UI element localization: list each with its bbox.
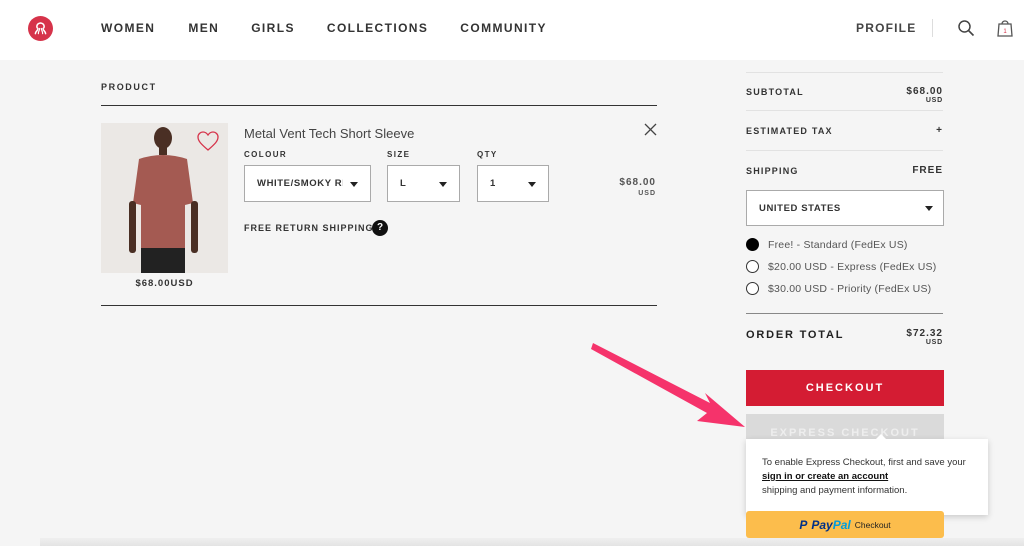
radio-unselected-icon[interactable] bbox=[746, 282, 759, 295]
help-question-icon[interactable]: ? bbox=[372, 220, 388, 236]
tooltip-text-line: shipping and payment information. bbox=[762, 485, 908, 496]
main-nav: WOMEN MEN GIRLS COLLECTIONS COMMUNITY bbox=[101, 21, 579, 35]
shipping-option-label: $30.00 USD - Priority (FedEx US) bbox=[768, 282, 932, 295]
page-bottom-edge bbox=[40, 538, 1024, 546]
shipping-value: FREE bbox=[912, 165, 943, 176]
radio-selected-icon[interactable] bbox=[746, 238, 759, 251]
remove-item-close-icon[interactable] bbox=[643, 122, 658, 137]
nav-women[interactable]: WOMEN bbox=[101, 21, 155, 35]
express-checkout-tooltip: To enable Express Checkout, first and sa… bbox=[746, 434, 988, 515]
subtotal-value: $68.00 bbox=[906, 86, 943, 97]
colour-select[interactable]: WHITE/SMOKY RED bbox=[244, 165, 371, 202]
line-item-currency: USD bbox=[638, 190, 656, 197]
estimated-tax-label: ESTIMATED TAX bbox=[746, 126, 833, 136]
wishlist-heart-icon[interactable] bbox=[196, 130, 220, 152]
tooltip-pointer bbox=[876, 434, 886, 439]
free-return-shipping: FREE RETURN SHIPPING bbox=[244, 223, 374, 233]
qty-select[interactable]: 1 bbox=[477, 165, 549, 202]
divider bbox=[746, 72, 943, 73]
site-header: WOMEN MEN GIRLS COLLECTIONS COMMUNITY PR… bbox=[0, 0, 1024, 60]
size-value: L bbox=[400, 178, 407, 189]
search-icon[interactable] bbox=[957, 19, 975, 37]
checkout-button[interactable]: CHECKOUT bbox=[746, 370, 944, 406]
divider bbox=[101, 305, 657, 306]
logo-mark-icon bbox=[34, 22, 47, 35]
nav-community[interactable]: COMMUNITY bbox=[460, 21, 547, 35]
nav-collections[interactable]: COLLECTIONS bbox=[327, 21, 428, 35]
shipping-option-priority[interactable]: $30.00 USD - Priority (FedEx US) bbox=[746, 282, 931, 295]
shipping-option-label: Free! - Standard (FedEx US) bbox=[768, 238, 908, 251]
estimated-tax-expand[interactable]: + bbox=[860, 125, 943, 136]
subtotal-label: SUBTOTAL bbox=[746, 87, 804, 97]
size-select[interactable]: L bbox=[387, 165, 460, 202]
paypal-wordmark-pay: Pay bbox=[811, 517, 833, 532]
chevron-down-icon bbox=[925, 206, 933, 211]
shopping-bag-icon[interactable]: 1 bbox=[995, 18, 1015, 38]
order-total-label: ORDER TOTAL bbox=[746, 329, 845, 341]
image-price: $68.00USD bbox=[135, 278, 194, 289]
shipping-label: SHIPPING bbox=[746, 166, 799, 176]
order-total-currency: USD bbox=[925, 339, 943, 346]
line-item-price: $68.00 bbox=[619, 177, 656, 188]
country-value: UNITED STATES bbox=[759, 202, 841, 214]
nav-men[interactable]: MEN bbox=[188, 21, 219, 35]
product-name[interactable]: Metal Vent Tech Short Sleeve bbox=[244, 126, 414, 141]
size-label: SIZE bbox=[387, 150, 411, 159]
colour-label: COLOUR bbox=[244, 150, 288, 159]
colour-value: WHITE/SMOKY RED bbox=[257, 178, 343, 189]
qty-value: 1 bbox=[490, 178, 496, 189]
lululemon-logo[interactable] bbox=[28, 16, 53, 41]
divider bbox=[746, 313, 943, 314]
annotation-arrow-icon bbox=[591, 343, 745, 427]
chevron-down-icon bbox=[528, 182, 536, 187]
profile-link[interactable]: PROFILE bbox=[856, 21, 916, 35]
header-divider bbox=[932, 19, 933, 37]
divider bbox=[101, 105, 657, 106]
divider bbox=[746, 150, 943, 151]
paypal-wordmark-pal: Pal bbox=[832, 517, 851, 532]
tooltip-text-line: To enable Express Checkout, first and sa… bbox=[762, 457, 966, 468]
chevron-down-icon bbox=[350, 182, 358, 187]
country-select[interactable]: UNITED STATES bbox=[746, 190, 944, 226]
subtotal-currency: USD bbox=[925, 97, 943, 104]
paypal-checkout-button[interactable]: P Pay Pal Checkout bbox=[746, 511, 944, 538]
chevron-down-icon bbox=[439, 182, 447, 187]
product-column-heading: PRODUCT bbox=[101, 82, 157, 92]
paypal-checkout-label: Checkout bbox=[854, 519, 891, 530]
paypal-logo-icon: P bbox=[799, 517, 808, 532]
radio-unselected-icon[interactable] bbox=[746, 260, 759, 273]
shipping-option-express[interactable]: $20.00 USD - Express (FedEx US) bbox=[746, 260, 936, 273]
shipping-option-standard[interactable]: Free! - Standard (FedEx US) bbox=[746, 238, 908, 251]
sign-in-create-account-link[interactable]: sign in or create an account bbox=[762, 471, 888, 482]
divider bbox=[746, 110, 943, 111]
order-total-value: $72.32 bbox=[906, 328, 943, 339]
qty-label: QTY bbox=[477, 150, 498, 159]
bag-count: 1 bbox=[1003, 29, 1007, 35]
nav-girls[interactable]: GIRLS bbox=[251, 21, 295, 35]
shipping-option-label: $20.00 USD - Express (FedEx US) bbox=[768, 260, 937, 273]
